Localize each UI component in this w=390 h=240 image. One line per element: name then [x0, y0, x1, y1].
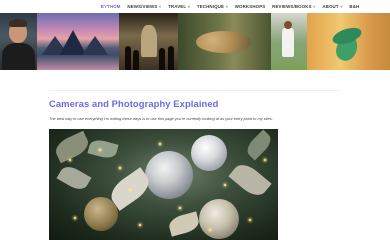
- nav-item-label: BYTHOM: [100, 4, 121, 9]
- nav-item-about[interactable]: ABOUT ˅: [319, 4, 346, 9]
- page-title: Cameras and Photography Explained: [49, 98, 219, 109]
- nav-item-label: ABOUT: [322, 4, 339, 9]
- nav-item-label: TRAVEL: [168, 4, 187, 9]
- nav-item-label: TECHNIQUE: [196, 4, 225, 9]
- nav-item-travel[interactable]: TRAVEL ˅: [165, 4, 194, 9]
- nav-item-label: B&H: [349, 4, 360, 9]
- football-player-photo: [271, 13, 307, 70]
- nav-item-workshops[interactable]: WORKSHOPS: [231, 4, 268, 9]
- chevron-down-icon: ˅: [158, 4, 162, 9]
- leopard-photo: [178, 13, 271, 70]
- intro-text: The best way to use everything I'm writi…: [49, 116, 273, 121]
- nav-item-bythom[interactable]: BYTHOM: [97, 4, 124, 9]
- top-nav: BYTHOM NEWS/VIEWS ˅ TRAVEL ˅ TECHNIQUE ˅…: [0, 0, 390, 13]
- author-portrait-photo: [0, 13, 37, 70]
- ornament-hero-image: [49, 129, 278, 240]
- nav-item-technique[interactable]: TECHNIQUE ˅: [193, 4, 231, 9]
- chevron-down-icon: ˅: [187, 4, 191, 9]
- nav-item-label: WORKSHOPS: [234, 4, 266, 9]
- nav-item-news-views[interactable]: NEWS/VIEWS ˅: [124, 4, 165, 9]
- nav-item-bh[interactable]: B&H: [346, 4, 363, 9]
- divider: [49, 90, 342, 91]
- nav-item-label: NEWS/VIEWS: [127, 4, 158, 9]
- chevron-down-icon: ˅: [340, 4, 343, 9]
- header-photo-strip: [0, 13, 390, 70]
- chevron-down-icon: ˅: [313, 4, 316, 9]
- nav-item-label: REVIEWS/BOOKS: [272, 4, 312, 9]
- nav-item-reviews-books[interactable]: REVIEWS/BOOKS ˅: [269, 4, 319, 9]
- mountain-lake-photo: [37, 13, 119, 70]
- lincoln-memorial-photo: [119, 13, 178, 70]
- chevron-down-icon: ˅: [225, 4, 228, 9]
- bird-photo: [307, 13, 390, 70]
